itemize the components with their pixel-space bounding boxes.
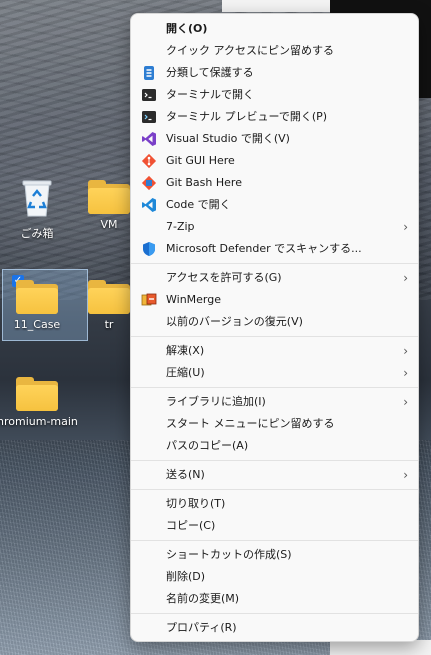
menu-item-label: パスのコピー(A) [166,439,249,452]
menu-item[interactable]: 解凍(X) › [131,340,418,362]
menu-item[interactable]: Git Bash Here [131,172,418,194]
menu-item-label: 圧縮(U) [166,366,205,379]
menu-item-label: ターミナルで開く [166,88,254,101]
menu-item[interactable]: 分類して保護する [131,62,418,84]
menu-item[interactable]: Git GUI Here [131,150,418,172]
menu-separator [131,263,418,264]
menu-item[interactable]: 削除(D) [131,566,418,588]
menu-item[interactable]: クイック アクセスにピン留めする [131,40,418,62]
menu-item-label: Git GUI Here [166,154,235,167]
folder-icon [16,280,58,314]
menu-item-label: ショートカットの作成(S) [166,548,292,561]
desktop-icon-recycle-bin[interactable]: ごみ箱 [0,176,77,241]
menu-item[interactable]: 以前のバージョンの復元(V) [131,311,418,333]
menu-item[interactable]: Code で開く [131,194,418,216]
context-menu: 開く(O) クイック アクセスにピン留めする 分類して保護する ターミナルで開くターミ… [130,13,419,642]
menu-item-label: 切り取り(T) [166,497,226,510]
menu-item-label: 開く(O) [166,22,208,35]
menu-item-label: Microsoft Defender でスキャンする... [166,242,362,255]
desktop-icon-chromium-folder[interactable]: hromium-main [0,377,77,428]
menu-item[interactable]: コピー(C) [131,515,418,537]
window-edge-bottom [330,640,431,655]
vscode-icon [142,198,156,212]
menu-item-label: ターミナル プレビューで開く(P) [166,110,328,123]
menu-item[interactable]: 切り取り(T) [131,493,418,515]
menu-item-label: 名前の変更(M) [166,592,240,605]
menu-item-label: 分類して保護する [166,66,254,79]
desktop-icon-label: ごみ箱 [20,227,54,240]
menu-item[interactable]: 送る(N) › [131,464,418,486]
folder-icon [88,280,130,314]
terminal-preview-icon [141,110,157,124]
visual-studio-icon [142,132,156,146]
menu-item-label: 削除(D) [166,570,206,583]
menu-item[interactable]: 圧縮(U) › [131,362,418,384]
menu-item-label: Code で開く [166,198,231,211]
menu-item[interactable]: WinMerge [131,289,418,311]
git-bash-icon [141,175,157,191]
menu-item[interactable]: アクセスを許可する(G) › [131,267,418,289]
menu-item[interactable]: ライブラリに追加(I) › [131,391,418,413]
menu-separator [131,387,418,388]
menu-item[interactable]: 名前の変更(M) [131,588,418,610]
chevron-right-icon: › [403,395,408,409]
menu-item[interactable]: パスのコピー(A) [131,435,418,457]
menu-separator [131,540,418,541]
menu-item-label: Visual Studio で開く(V) [166,132,290,145]
chevron-right-icon: › [403,366,408,380]
desktop-icon-tr-folder[interactable]: tr [84,280,134,331]
chevron-right-icon: › [403,344,408,358]
menu-item-label: 解凍(X) [166,344,205,357]
menu-item-label: ライブラリに追加(I) [166,395,266,408]
desktop-icon-11-case-folder[interactable]: 11_Case [0,280,77,331]
winmerge-icon [141,293,157,306]
menu-item-label: スタート メニューにピン留めする [166,417,335,430]
menu-item-label: プロパティ(R) [166,621,237,634]
menu-item[interactable]: スタート メニューにピン留めする [131,413,418,435]
menu-item[interactable]: 開く(O) [131,18,418,40]
git-gui-icon [141,153,157,169]
menu-item[interactable]: Microsoft Defender でスキャンする... [131,238,418,260]
chevron-right-icon: › [403,271,408,285]
protect-icon [143,65,155,81]
menu-separator [131,613,418,614]
menu-item-label: 7-Zip [166,220,195,233]
desktop-icon-label: tr [104,318,114,331]
chevron-right-icon: › [403,468,408,482]
menu-item[interactable]: プロパティ(R) [131,617,418,639]
menu-item-label: コピー(C) [166,519,216,532]
desktop-icon-label: VM [100,218,118,231]
menu-item[interactable]: Visual Studio で開く(V) [131,128,418,150]
menu-item[interactable]: ショートカットの作成(S) [131,544,418,566]
menu-item-label: 以前のバージョンの復元(V) [166,315,303,328]
terminal-icon [141,88,157,102]
menu-item-label: WinMerge [166,293,221,306]
folder-icon [16,377,58,411]
folder-icon [88,180,130,214]
menu-item-label: Git Bash Here [166,176,242,189]
desktop-icon-label: hromium-main [0,415,77,428]
menu-separator [131,489,418,490]
menu-item-label: クイック アクセスにピン留めする [166,44,334,57]
menu-item[interactable]: ターミナル プレビューで開く(P) [131,106,418,128]
menu-item-label: アクセスを許可する(G) [166,271,282,284]
menu-item[interactable]: 7-Zip › [131,216,418,238]
menu-item[interactable]: ターミナルで開く [131,84,418,106]
menu-separator [131,336,418,337]
menu-item-label: 送る(N) [166,468,205,481]
desktop-icon-vm-folder[interactable]: VM [84,180,134,231]
recycle-bin-icon [22,180,52,217]
desktop-icon-label: 11_Case [13,318,61,331]
defender-shield-icon [143,242,155,256]
menu-separator [131,460,418,461]
chevron-right-icon: › [403,220,408,234]
